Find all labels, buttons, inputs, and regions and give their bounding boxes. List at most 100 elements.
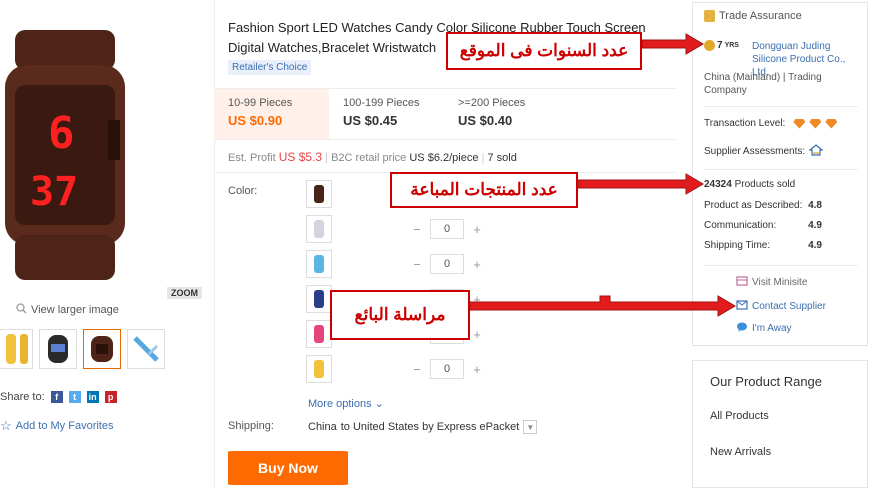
trade-assurance[interactable]: Trade Assurance (704, 10, 802, 22)
linkedin-icon[interactable]: in (86, 391, 99, 403)
minus-button[interactable]: − (408, 359, 426, 379)
supplier-assessments[interactable]: Supplier Assessments: (704, 144, 824, 159)
store-icon (736, 276, 748, 289)
rating-label: Shipping Time: (704, 239, 771, 251)
dropdown-icon[interactable]: ▼ (523, 420, 538, 434)
share-bar: Share to: f t in p (0, 391, 117, 403)
ratings: Product as Described: 4.8 Communication:… (704, 195, 854, 255)
price-tiers: 10-99 Pieces US $0.90 100-199 Pieces US … (214, 88, 676, 140)
add-to-favorites[interactable]: ☆ Add to My Favorites (0, 418, 113, 434)
view-larger-link[interactable]: View larger image (16, 303, 119, 317)
plus-button[interactable]: + (468, 359, 486, 379)
shipping-from: China (308, 421, 337, 433)
facebook-icon[interactable]: f (50, 391, 63, 403)
plus-button[interactable]: + (468, 289, 486, 309)
product-main-image[interactable]: 6 37 (0, 30, 130, 280)
contact-supplier-label: Contact Supplier (752, 301, 826, 312)
company-country: China (Mainland) | Trading Company (704, 72, 822, 96)
retailer-badge: Retailer's Choice (228, 60, 312, 75)
quantity-input[interactable]: 0 (430, 219, 464, 239)
thumbnail-brown[interactable] (83, 329, 121, 369)
diamond-icon (809, 118, 822, 129)
divider (704, 265, 858, 266)
divider (704, 106, 858, 107)
minus-button[interactable]: − (408, 254, 426, 274)
visit-minisite-link[interactable]: Visit Minisite (736, 276, 807, 289)
gold-supplier-icon (704, 40, 715, 51)
more-options-link[interactable]: More options ⌄ (308, 397, 384, 410)
tier-quantity: 100-199 Pieces (343, 97, 420, 109)
range-item-new-arrivals[interactable]: New Arrivals (710, 446, 771, 458)
years-value: 7 (717, 40, 723, 51)
profit-line: Est. Profit US $5.3 | B2C retail price U… (228, 150, 517, 164)
plus-button[interactable]: + (468, 219, 486, 239)
minus-button[interactable]: − (408, 219, 426, 239)
retail-value: US $6.2/piece (409, 152, 479, 164)
years-badge: 7 YRS (704, 40, 739, 51)
shield-icon (704, 10, 715, 22)
thumbnail-blue[interactable] (127, 329, 165, 369)
color-swatches (306, 180, 332, 383)
color-swatch[interactable] (306, 250, 332, 278)
profit-label: Est. Profit (228, 152, 276, 164)
price-tier: >=200 Pieces US $0.40 (444, 89, 559, 139)
quantity-input[interactable]: 0 (430, 254, 464, 274)
plus-button[interactable]: + (468, 324, 486, 344)
thumbnail-black[interactable] (39, 329, 77, 369)
im-away-label: I'm Away (752, 323, 792, 334)
annotation-sold-note: عدد المنتجات المباعة (390, 172, 578, 208)
favorites-label: Add to My Favorites (15, 420, 114, 432)
rating-value: 4.9 (808, 219, 822, 231)
products-sold-count: 24324 (704, 179, 732, 190)
transaction-level-label: Transaction Level: (704, 118, 786, 129)
svg-text:37: 37 (30, 169, 78, 215)
trade-assurance-label: Trade Assurance (719, 10, 802, 22)
color-swatch[interactable] (306, 180, 332, 208)
tier-price: US $0.90 (228, 113, 283, 128)
price-tier: 10-99 Pieces US $0.90 (214, 89, 329, 139)
pinterest-icon[interactable]: p (104, 391, 117, 403)
divider (704, 169, 858, 170)
quantity-stepper: − 0 + (408, 359, 486, 379)
swatch-color (314, 255, 324, 273)
diamond-icon (825, 118, 838, 129)
more-options-label: More options (308, 398, 372, 410)
color-swatch[interactable] (306, 320, 332, 348)
swatch-color (314, 360, 324, 378)
star-icon: ☆ (0, 418, 12, 433)
shipping-to: to United States by Express ePacket (340, 421, 520, 433)
chevron-down-icon: ⌄ (374, 398, 384, 410)
chat-status[interactable]: I'm Away (736, 322, 792, 335)
rating-value: 4.9 (808, 239, 822, 251)
divider (214, 0, 215, 488)
chat-icon (736, 322, 748, 335)
shipping-value[interactable]: China to United States by Express ePacke… (308, 420, 538, 434)
rating-value: 4.8 (808, 199, 822, 211)
thumbnail-strip (0, 329, 165, 369)
twitter-icon[interactable]: t (68, 391, 81, 403)
tier-price: US $0.45 (343, 113, 398, 128)
color-swatch[interactable] (306, 285, 332, 313)
price-tier: 100-199 Pieces US $0.45 (329, 89, 444, 139)
color-swatch[interactable] (306, 215, 332, 243)
profit-value: US $5.3 (278, 150, 323, 164)
swatch-color (314, 185, 324, 203)
quantity-input[interactable]: 0 (430, 359, 464, 379)
share-label: Share to: (0, 391, 45, 403)
color-swatch[interactable] (306, 355, 332, 383)
plus-button[interactable]: + (468, 254, 486, 274)
retail-label: B2C retail price (331, 152, 407, 164)
zoom-badge[interactable]: ZOOM (167, 287, 202, 299)
buy-now-button[interactable]: Buy Now (228, 451, 348, 485)
assessments-label: Supplier Assessments: (704, 146, 806, 157)
magnifier-icon (16, 303, 27, 317)
range-item-all-products[interactable]: All Products (710, 410, 769, 422)
envelope-icon (736, 300, 748, 313)
quantity-stepper: − 0 + (408, 254, 486, 274)
thumbnail-yellow[interactable] (0, 329, 33, 369)
visit-minisite-label: Visit Minisite (752, 277, 808, 288)
transaction-level: Transaction Level: (704, 118, 838, 129)
shipping-label: Shipping: (228, 420, 274, 432)
contact-supplier-link[interactable]: Contact Supplier (736, 300, 826, 313)
swatch-color (314, 220, 324, 238)
